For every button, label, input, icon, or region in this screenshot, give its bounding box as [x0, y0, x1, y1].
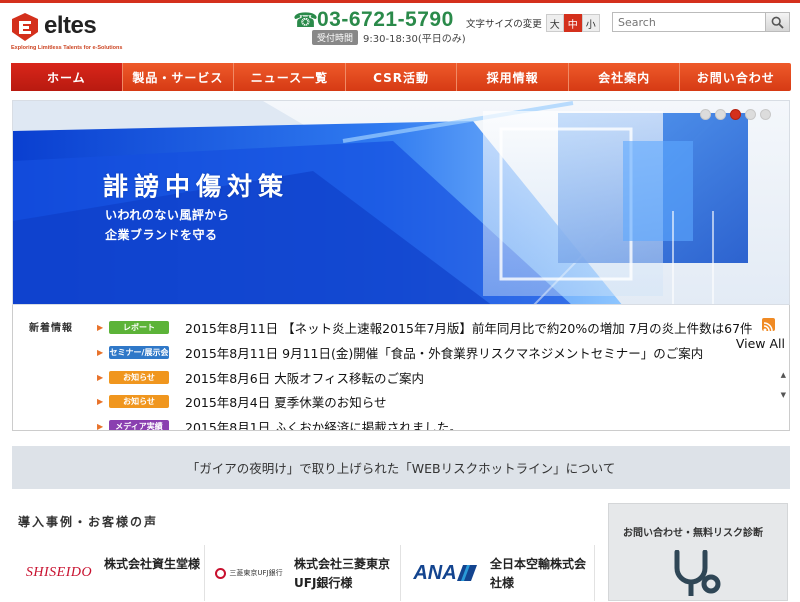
news-item-text[interactable]: 2015年8月4日 夏季休業のお知らせ [185, 392, 386, 411]
nav-home[interactable]: ホーム [11, 63, 123, 91]
contact-box-title: お問い合わせ・無料リスク診断 [623, 528, 763, 539]
case-name-line2: 社様 [490, 576, 515, 590]
case-divider [400, 545, 401, 601]
contact-risk-diagnosis-box[interactable]: お問い合わせ・無料リスク診断 [608, 503, 788, 601]
news-item-text[interactable]: 2015年8月11日 【ネット炎上速報2015年7月版】前年同月比で約20%の増… [185, 318, 753, 337]
slider-dot-5[interactable] [760, 109, 771, 120]
news-badge-notice: お知らせ [109, 394, 169, 408]
nav-news[interactable]: ニュース一覧 [234, 63, 346, 91]
search-button[interactable] [765, 13, 789, 31]
news-item[interactable]: ▶ お知らせ 2015年8月6日 大阪オフィス移転のご案内 [97, 368, 424, 387]
bullet-arrow-icon: ▶ [97, 372, 104, 382]
news-item[interactable]: ▶ お知らせ 2015年8月4日 夏季休業のお知らせ [97, 392, 386, 411]
mufg-logo: 三菱東京UFJ銀行 [208, 545, 290, 601]
font-size-large-button[interactable]: 大 [545, 14, 564, 32]
case-name-line1: 株式会社資生堂様 [104, 557, 201, 571]
telephone-icon: ☎ [293, 8, 318, 32]
news-heading: 新着情報 [29, 323, 73, 334]
news-item[interactable]: ▶ セミナー/展示会 2015年8月11日 9月11日(金)開催「食品・外食業界… [97, 343, 703, 362]
hours-label: 受付時間 [312, 30, 359, 45]
main-navigation: ホーム 製品・サービス ニュース一覧 CSR活動 採用情報 会社案内 お問い合わ… [11, 63, 791, 91]
eltes-logo[interactable]: eltes Exploring Limitless Talents for e-… [10, 10, 123, 56]
hero-slider[interactable]: 誹謗中傷対策 いわれのない風評から 企業ブランドを守る [12, 100, 790, 305]
scroll-down-icon[interactable]: ▼ [781, 385, 786, 405]
case-name: 株式会社資生堂様 [104, 545, 200, 601]
phone-number-block: ☎ 03-6721-5790 [293, 8, 454, 32]
search-input[interactable] [613, 13, 765, 31]
nav-contact[interactable]: お問い合わせ [680, 63, 791, 91]
case-name: 全日本空輸株式会 社様 [490, 545, 586, 601]
font-size-medium-button[interactable]: 中 [563, 14, 582, 32]
hero-title: 誹謗中傷対策 [103, 172, 290, 201]
news-badge-media: メディア実績 [109, 419, 169, 430]
phone-number: 03-6721-5790 [317, 8, 454, 31]
nav-products-services[interactable]: 製品・サービス [123, 63, 235, 91]
search-box [612, 12, 790, 32]
ana-stripe-icon [456, 565, 477, 581]
bullet-arrow-icon: ▶ [97, 421, 104, 431]
scroll-up-icon[interactable]: ▲ [781, 365, 786, 385]
news-section: 新着情報 ▶ レポート 2015年8月11日 【ネット炎上速報2015年7月版】… [12, 305, 790, 431]
news-item-text[interactable]: 2015年8月6日 大阪オフィス移転のご案内 [185, 368, 424, 387]
news-item[interactable]: ▶ メディア実績 2015年8月1日 ふくおか経済に掲載されました。 [97, 417, 462, 431]
hero-background-graphic [13, 101, 748, 304]
case-shiseido[interactable]: SHISEIDO 株式会社資生堂様 [18, 545, 200, 601]
case-mufg[interactable]: 三菱東京UFJ銀行 株式会社三菱東京 UFJ銀行様 [208, 545, 390, 601]
slider-dot-3[interactable] [730, 109, 741, 120]
font-size-small-button[interactable]: 小 [581, 14, 600, 32]
nav-csr[interactable]: CSR活動 [346, 63, 458, 91]
search-icon [771, 16, 784, 29]
bullet-arrow-icon: ▶ [97, 396, 104, 406]
case-divider [594, 545, 595, 601]
rss-icon[interactable] [762, 318, 775, 332]
stethoscope-icon [674, 550, 721, 596]
news-badge-notice: お知らせ [109, 370, 169, 384]
hero-subtitle-line1: いわれのない風評から [105, 208, 230, 222]
case-name-line2: UFJ銀行様 [294, 576, 353, 590]
shiseido-logo: SHISEIDO [18, 545, 100, 601]
case-name-line1: 株式会社三菱東京 [294, 557, 391, 571]
case-divider [204, 545, 205, 601]
eltes-logo-mark-icon [12, 13, 38, 41]
news-item-text[interactable]: 2015年8月11日 9月11日(金)開催「食品・外食業界リスクマネジメントセミ… [185, 343, 703, 362]
case-ana[interactable]: ANA 全日本空輸株式会 社様 [404, 545, 586, 601]
font-size-switcher: 文字サイズの変更 大 中 小 [466, 14, 600, 32]
top-accent-line [0, 0, 800, 3]
news-item[interactable]: ▶ レポート 2015年8月11日 【ネット炎上速報2015年7月版】前年同月比… [97, 318, 753, 337]
font-size-label: 文字サイズの変更 [466, 19, 542, 30]
nav-recruit[interactable]: 採用情報 [457, 63, 569, 91]
business-hours: 受付時間 9:30-18:30(平日のみ) [312, 30, 466, 45]
ana-logo: ANA [404, 545, 486, 601]
mufg-mark-icon [215, 567, 227, 579]
nav-company[interactable]: 会社案内 [569, 63, 681, 91]
view-all-link[interactable]: View All [736, 336, 785, 351]
logo-tagline: Exploring Limitless Talents for e-Soluti… [11, 45, 123, 51]
case-name-line1: 全日本空輸株式会 [490, 557, 587, 571]
slider-dot-4[interactable] [745, 109, 756, 120]
news-badge-seminar: セミナー/展示会 [109, 345, 169, 359]
rss-feed-icon [763, 322, 773, 332]
slider-pagination [700, 109, 771, 120]
news-item-text[interactable]: 2015年8月1日 ふくおか経済に掲載されました。 [185, 417, 462, 431]
cases-title: 導入事例・お客様の声 [18, 515, 159, 529]
gaia-banner[interactable]: 「ガイアの夜明け」で取り上げられた「WEBリスクホットライン」について [12, 446, 790, 489]
logo-text: eltes [44, 12, 97, 39]
shiseido-logo-text: SHISEIDO [25, 565, 93, 580]
hero-subtitle-line2: 企業ブランドを守る [105, 228, 218, 242]
mufg-logo-text: 三菱東京UFJ銀行 [229, 569, 283, 577]
slider-dot-1[interactable] [700, 109, 711, 120]
ana-logo-text: ANA [413, 561, 457, 584]
case-name: 株式会社三菱東京 UFJ銀行様 [294, 545, 390, 601]
news-badge-report: レポート [109, 320, 169, 334]
news-scroll-arrows[interactable]: ▲ ▼ [781, 365, 786, 405]
hours-time: 9:30-18:30(平日のみ) [363, 34, 466, 45]
bullet-arrow-icon: ▶ [97, 347, 104, 357]
bullet-arrow-icon: ▶ [97, 322, 104, 332]
slider-dot-2[interactable] [715, 109, 726, 120]
